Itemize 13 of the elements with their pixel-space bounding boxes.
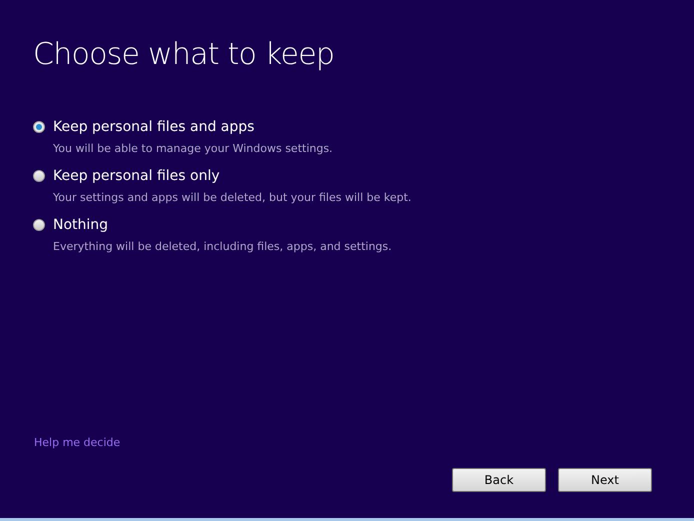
page-title: Choose what to keep — [33, 36, 336, 74]
help-link[interactable]: Help me decide — [34, 434, 120, 451]
radio-button[interactable] — [33, 170, 45, 182]
radio-button[interactable] — [33, 219, 45, 231]
nav-button[interactable]: Next — [558, 468, 652, 492]
option-label[interactable]: Nothing — [53, 216, 108, 234]
nav-button[interactable]: Back — [452, 468, 546, 492]
option-description: Everything will be deleted, including files, apps, and settings. — [53, 240, 393, 254]
option-label[interactable]: Keep personal files and apps — [53, 118, 254, 136]
option-description: You will be able to manage your Windows settings. — [53, 142, 334, 156]
radio-button[interactable] — [33, 121, 45, 133]
option-label[interactable]: Keep personal files only — [53, 167, 220, 185]
option-description: Your settings and apps will be deleted, but your files will be kept. — [53, 191, 412, 205]
